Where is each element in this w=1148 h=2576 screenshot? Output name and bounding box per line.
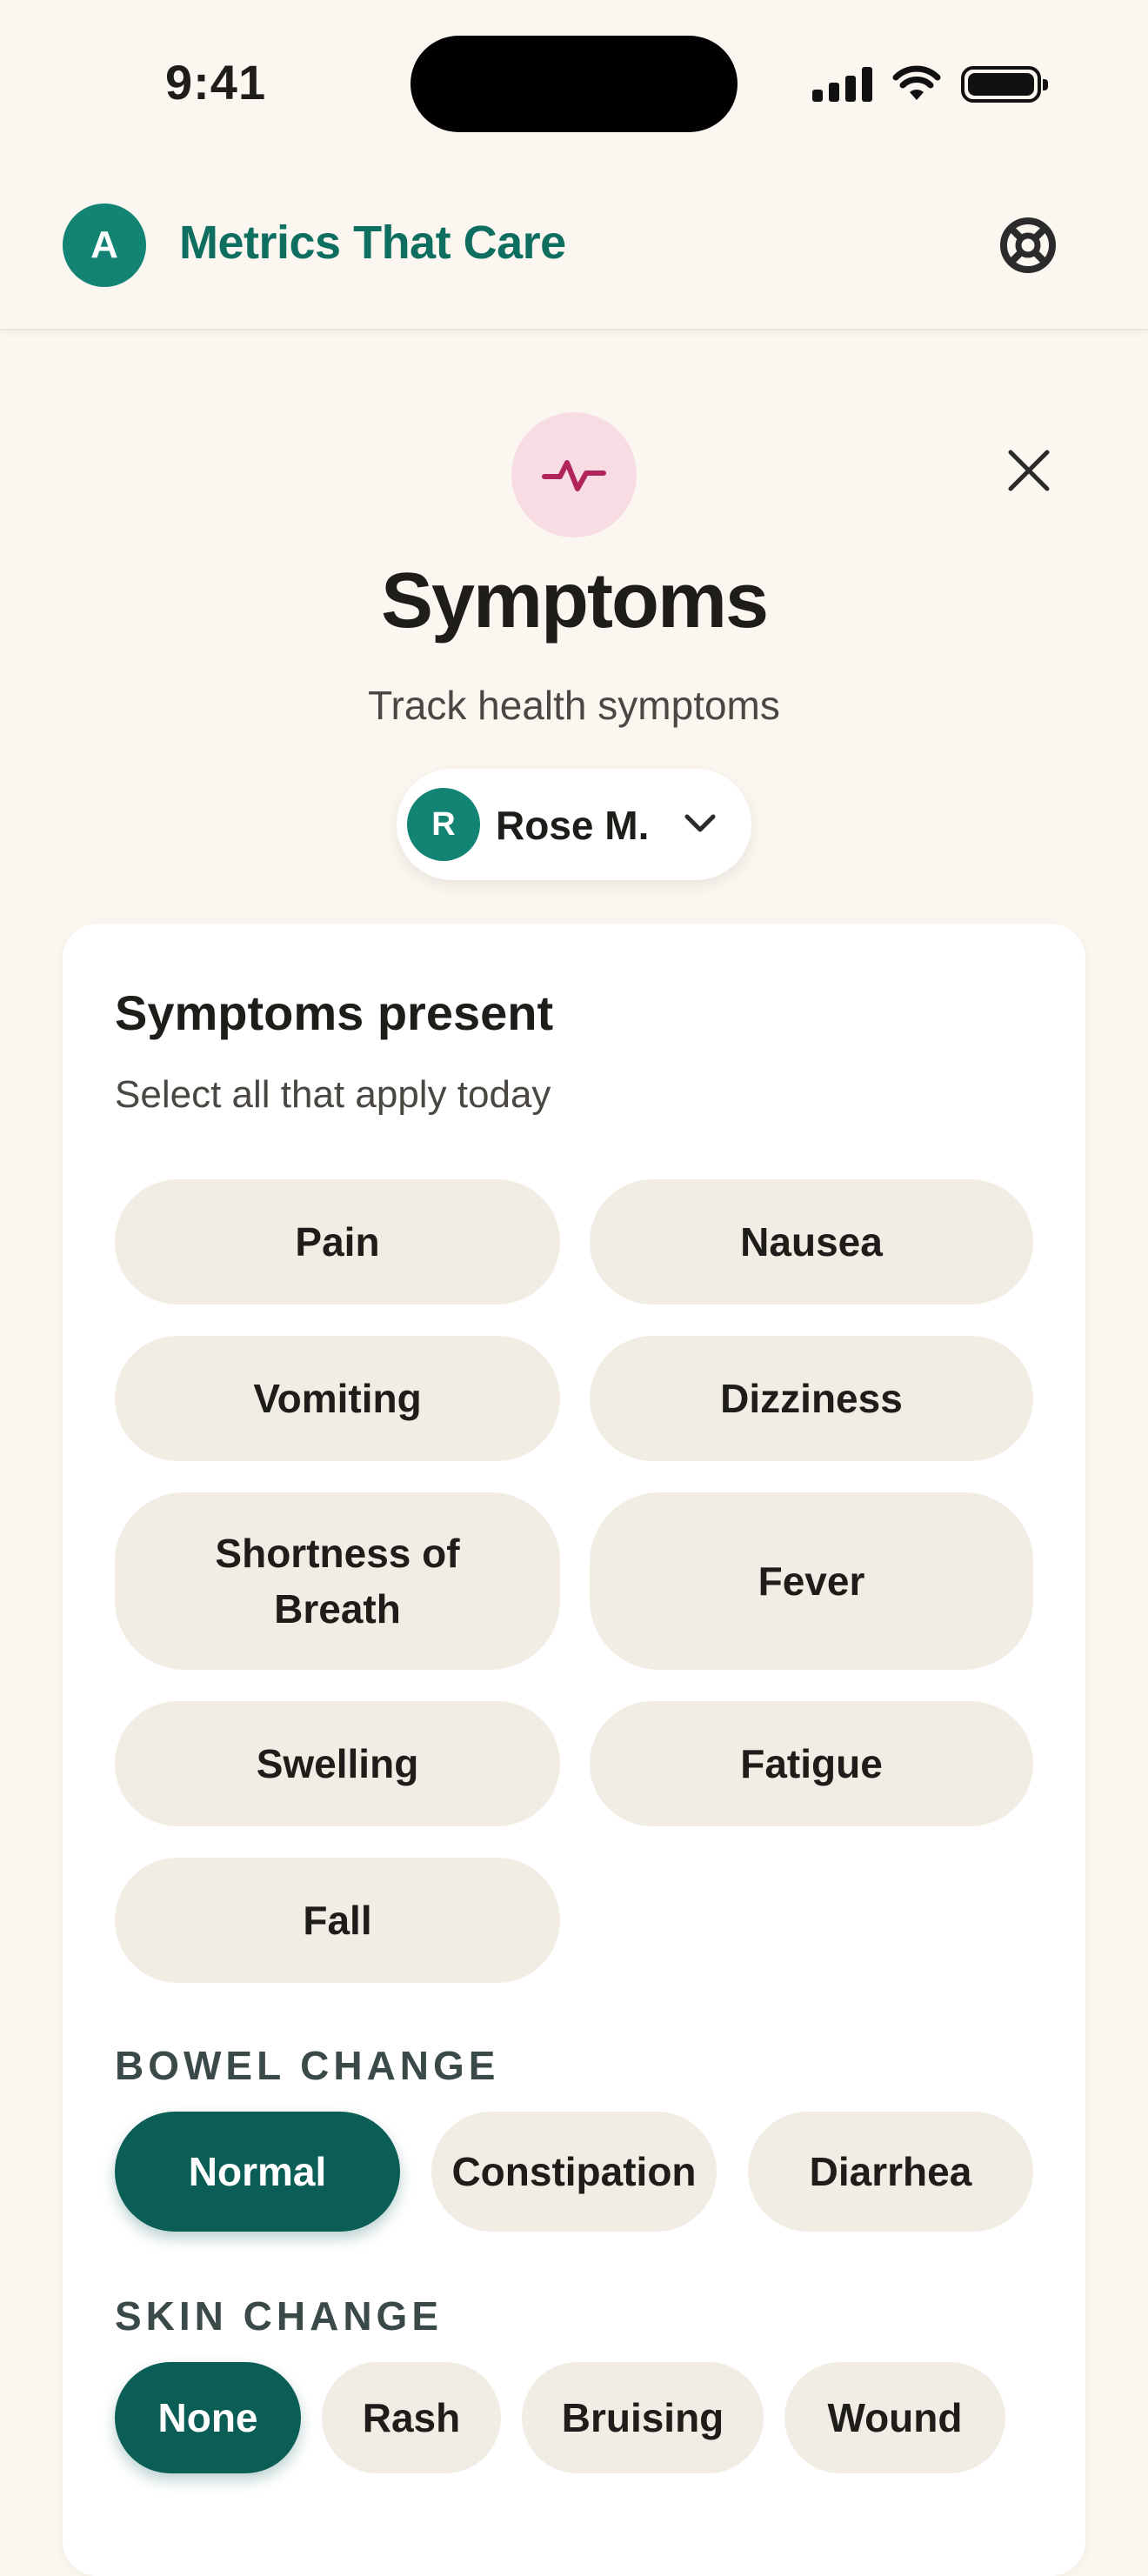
status-icons (812, 64, 1048, 104)
symptom-chip-fall[interactable]: Fall (115, 1858, 560, 1983)
wifi-icon (892, 65, 941, 100)
pulse-icon (542, 460, 606, 491)
chevron-down-icon (684, 814, 716, 832)
symptom-chip-pain[interactable]: Pain (115, 1179, 560, 1305)
card-title: Symptoms present (115, 985, 554, 1040)
person-name: Rose M. (496, 803, 650, 848)
bowel-option-normal[interactable]: Normal (115, 2112, 400, 2232)
status-time: 9:41 (165, 55, 267, 110)
close-icon[interactable] (1000, 442, 1058, 499)
bowel-change-label: BOWEL CHANGE (115, 2043, 500, 2088)
skin-option-wound[interactable]: Wound (784, 2362, 1005, 2473)
skin-option-none[interactable]: None (115, 2362, 301, 2473)
card-subtitle: Select all that apply today (115, 1073, 551, 1116)
symptoms-card: Symptoms present Select all that apply t… (63, 924, 1085, 2576)
user-avatar[interactable]: A (63, 204, 146, 287)
person-avatar: R (407, 788, 480, 861)
dynamic-island (410, 36, 738, 132)
person-selector[interactable]: R Rose M. (397, 769, 751, 880)
symptom-chip-fever[interactable]: Fever (590, 1492, 1033, 1670)
battery-icon (961, 66, 1048, 103)
bowel-option-diarrhea[interactable]: Diarrhea (748, 2112, 1033, 2232)
symptom-chip-shortness-of-breath[interactable]: Shortness of Breath (115, 1492, 560, 1670)
modal-title: Symptoms (380, 557, 769, 644)
skin-option-rash[interactable]: Rash (322, 2362, 501, 2473)
app-name: Metrics That Care (179, 217, 566, 269)
symptoms-icon-badge (511, 412, 637, 537)
lifebuoy-icon[interactable] (997, 214, 1059, 277)
modal-subtitle: Track health symptoms (368, 683, 780, 728)
skin-option-bruising[interactable]: Bruising (522, 2362, 764, 2473)
app-header: A Metrics That Care (0, 165, 1148, 330)
symptom-chip-fatigue[interactable]: Fatigue (590, 1701, 1033, 1826)
symptom-chip-vomiting[interactable]: Vomiting (115, 1336, 560, 1461)
skin-change-label: SKIN CHANGE (115, 2293, 444, 2339)
symptom-chip-dizziness[interactable]: Dizziness (590, 1336, 1033, 1461)
status-bar: 9:41 (0, 0, 1148, 165)
cellular-signal-icon (812, 67, 872, 102)
bowel-option-constipation[interactable]: Constipation (431, 2112, 717, 2232)
symptom-chip-swelling[interactable]: Swelling (115, 1701, 560, 1826)
symptom-chip-nausea[interactable]: Nausea (590, 1179, 1033, 1305)
